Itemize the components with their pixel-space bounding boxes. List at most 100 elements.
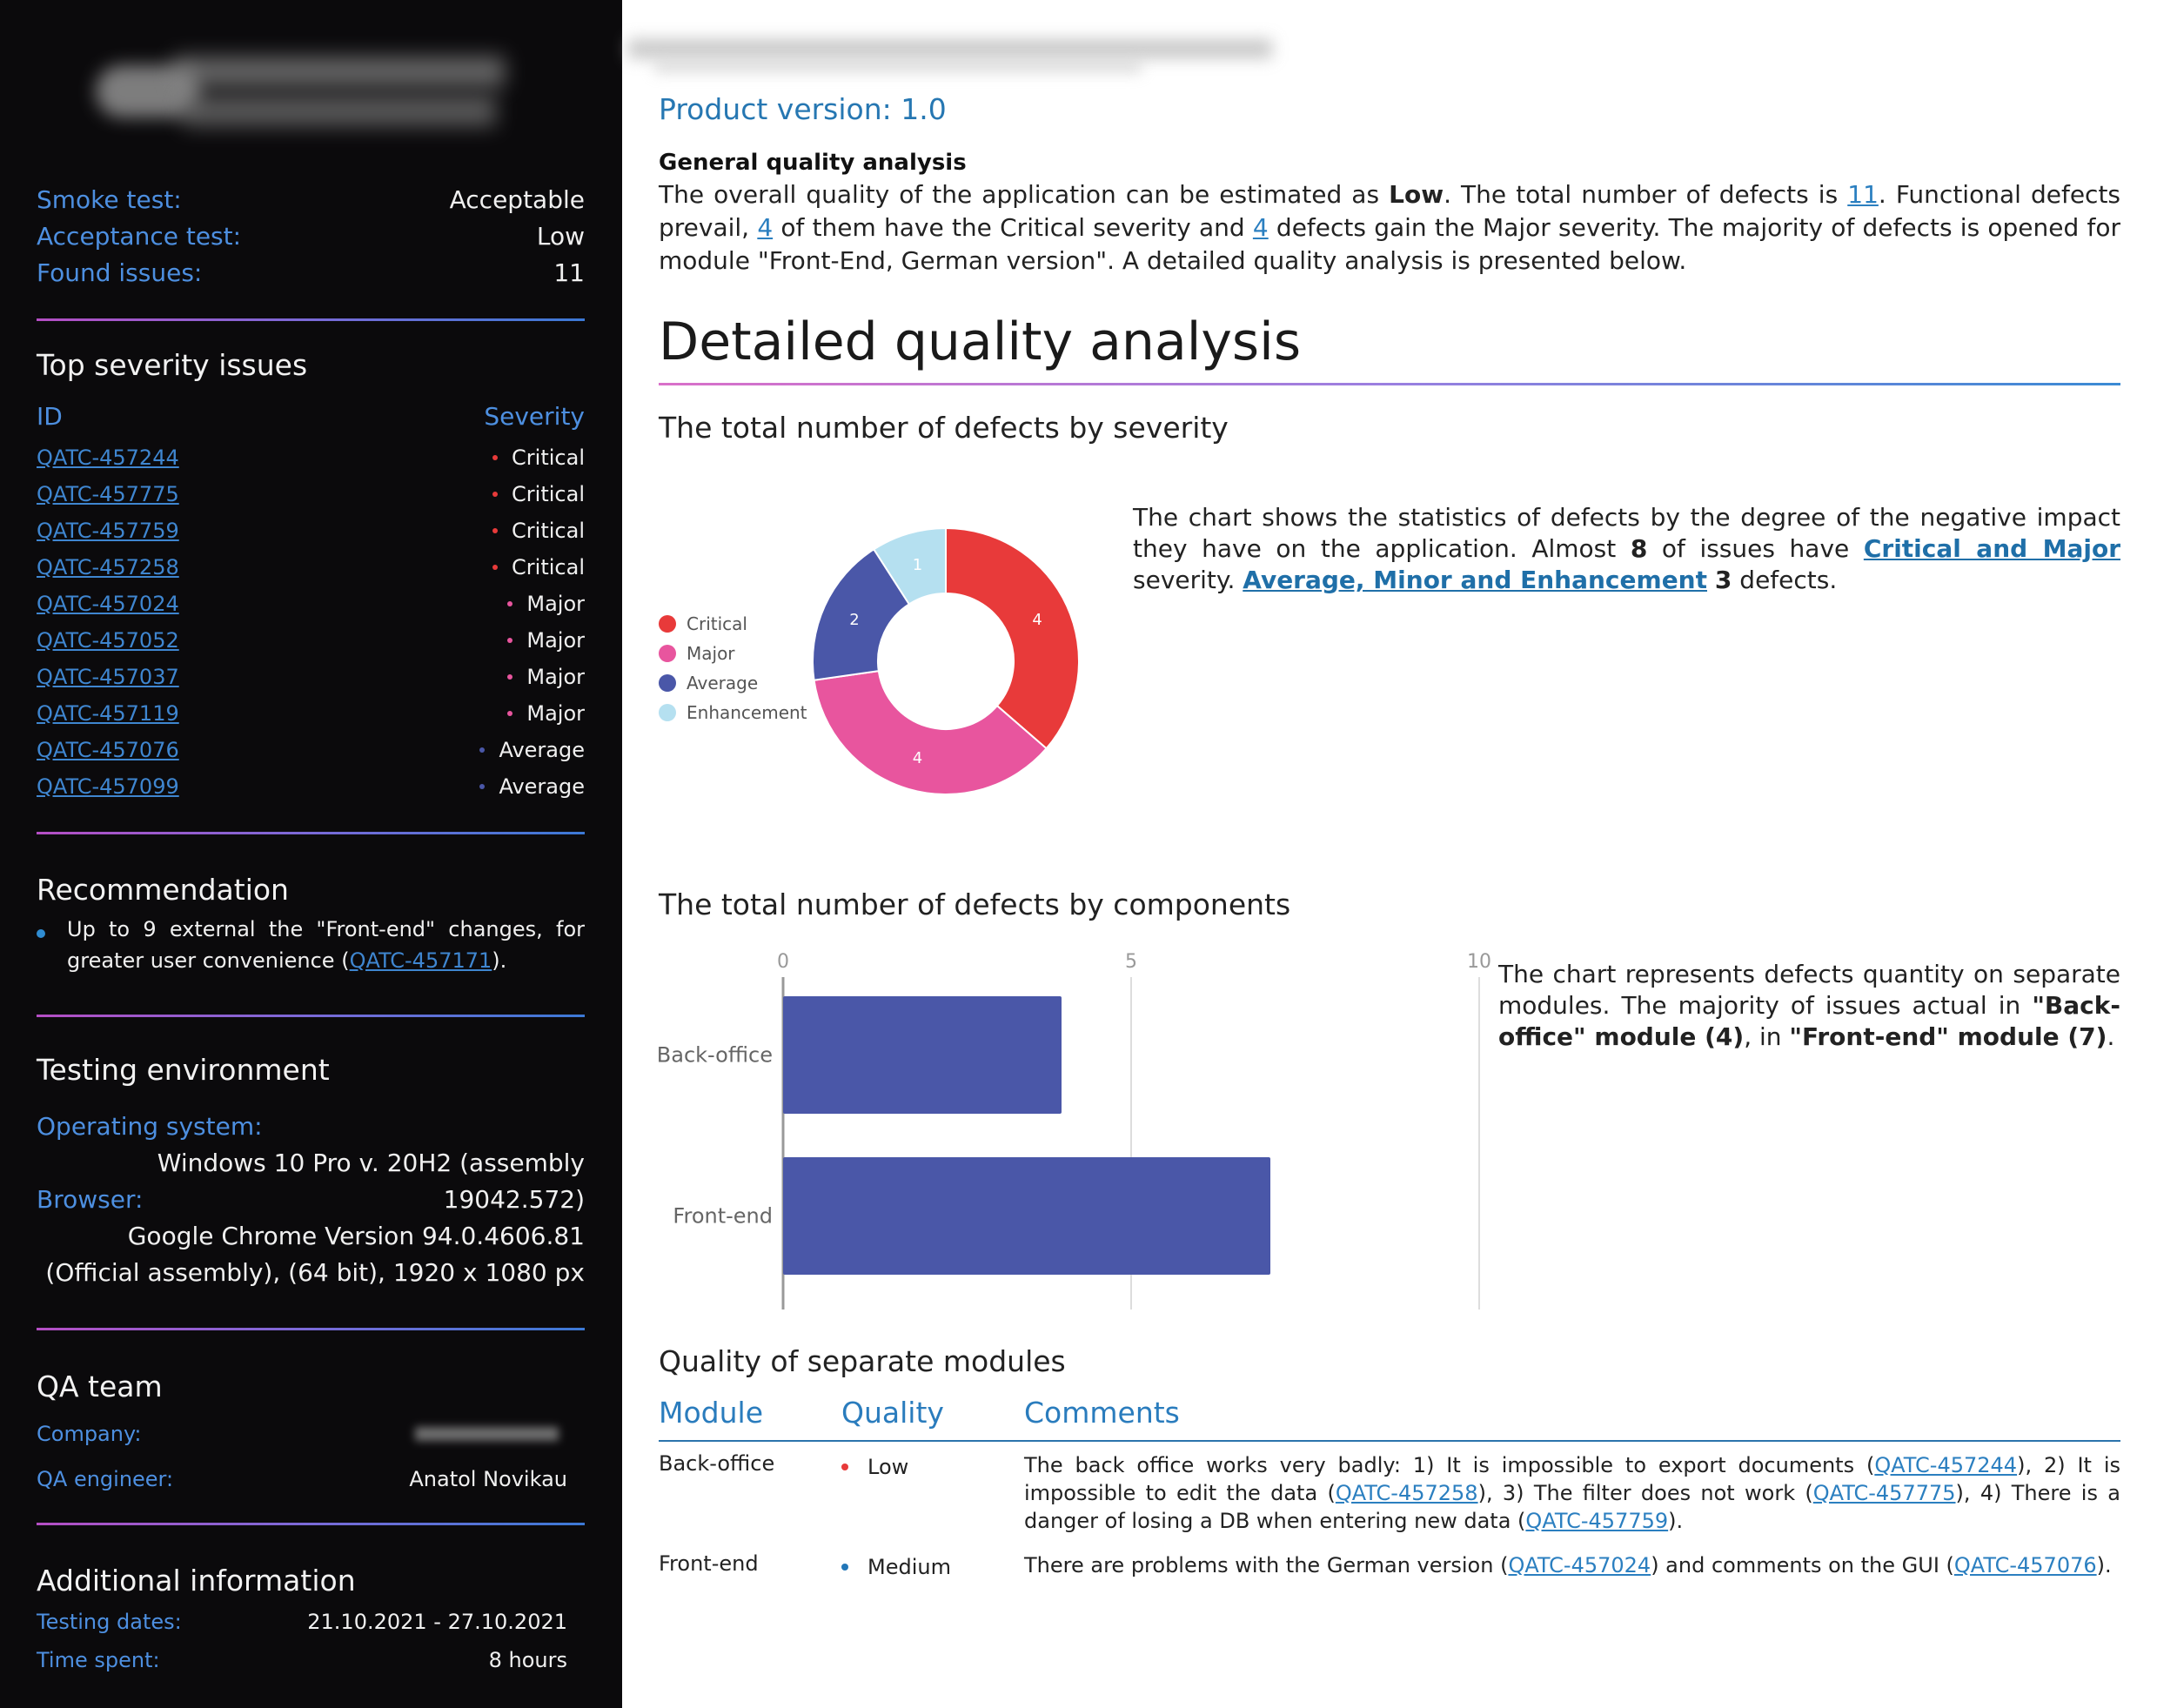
col-quality-header: Quality bbox=[841, 1396, 944, 1430]
components-bar-chart: 0 5 10 Back-office Front-end bbox=[659, 951, 1491, 1309]
axis-tick-label: 10 bbox=[1467, 951, 1491, 973]
time-spent-row: Time spent: 8 hours bbox=[37, 1641, 567, 1679]
severity-section-title: The total number of defects by severity bbox=[659, 411, 1229, 445]
severity-issue-row: QATC-457024 Major bbox=[37, 586, 585, 622]
severity-dot-icon bbox=[507, 711, 513, 716]
main-content: Product version: 1.0 General quality ana… bbox=[628, 0, 2121, 1708]
severity-issue-row: QATC-457052 Major bbox=[37, 622, 585, 659]
browser-label: Browser: bbox=[37, 1185, 144, 1214]
company-label: Company: bbox=[37, 1422, 142, 1446]
severity-chart-description: The chart shows the statistics of defect… bbox=[1133, 503, 2121, 594]
issue-id-link[interactable]: QATC-457052 bbox=[37, 628, 179, 653]
severity-table-header: ID Severity bbox=[37, 402, 585, 431]
severity-cell: Major bbox=[507, 701, 585, 726]
category-label: Back-office bbox=[659, 1043, 773, 1068]
legend-label: Critical bbox=[687, 613, 747, 634]
severity-issue-row: QATC-457099 Average bbox=[37, 768, 585, 805]
issue-id-link[interactable]: QATC-457037 bbox=[37, 665, 179, 689]
total-defects-link[interactable]: 11 bbox=[1847, 180, 1879, 209]
issue-link[interactable]: QATC-457759 bbox=[1525, 1509, 1668, 1533]
critical-major-link[interactable]: Critical and Major bbox=[1864, 534, 2120, 563]
severity-value: Average bbox=[499, 774, 585, 799]
issue-id-link[interactable]: QATC-457775 bbox=[37, 482, 179, 506]
severity-value: Major bbox=[526, 592, 585, 616]
donut-data-label: 1 bbox=[913, 556, 922, 574]
bullet-icon bbox=[37, 929, 45, 938]
legend-label: Average bbox=[687, 673, 759, 693]
severity-cell: Major bbox=[507, 592, 585, 616]
severity-dot-icon bbox=[479, 747, 486, 753]
severity-value: Critical bbox=[512, 482, 585, 506]
severity-dot-icon bbox=[492, 528, 499, 533]
additional-info-title: Additional information bbox=[37, 1564, 356, 1597]
severity-value: Critical bbox=[512, 445, 585, 470]
recommendation-text: Up to 9 external the "Front-end" changes… bbox=[67, 917, 585, 973]
module-comment: There are problems with the German versi… bbox=[1024, 1553, 2112, 1577]
donut-legend: Critical Major Average Enhancement bbox=[659, 609, 807, 727]
issue-id-link[interactable]: QATC-457119 bbox=[37, 701, 179, 726]
severity-donut-chart: 4 4 2 1 bbox=[812, 526, 1080, 795]
severity-issue-row: QATC-457244 Critical bbox=[37, 439, 585, 476]
severity-issue-row: QATC-457759 Critical bbox=[37, 512, 585, 549]
module-name: Front-end bbox=[659, 1551, 759, 1576]
quality-value: Low bbox=[867, 1455, 909, 1479]
severity-cell: Critical bbox=[492, 555, 585, 579]
qa-team-block: Company: QA engineer: Anatol Novikau bbox=[37, 1411, 567, 1502]
legend-item: Enhancement bbox=[659, 698, 807, 727]
issue-link[interactable]: QATC-457258 bbox=[1336, 1481, 1478, 1505]
issue-link[interactable]: QATC-457076 bbox=[1954, 1553, 2097, 1577]
smoke-test-value: Acceptable bbox=[449, 185, 585, 214]
issue-link[interactable]: QATC-457775 bbox=[1813, 1481, 1956, 1505]
issue-link[interactable]: QATC-457024 bbox=[1508, 1553, 1651, 1577]
os-label: Operating system: bbox=[37, 1112, 263, 1141]
issue-id-link[interactable]: QATC-457099 bbox=[37, 774, 179, 799]
legend-dot-icon bbox=[659, 704, 676, 721]
acceptance-test-value: Low bbox=[536, 222, 585, 251]
severity-value: Major bbox=[526, 628, 585, 653]
smoke-test-row: Smoke test: Acceptable bbox=[37, 182, 585, 218]
issue-id-link[interactable]: QATC-457024 bbox=[37, 592, 179, 616]
quality-value: Medium bbox=[867, 1555, 951, 1579]
major-count-link[interactable]: 4 bbox=[1253, 213, 1269, 242]
axis-tick-label: 5 bbox=[1125, 951, 1137, 973]
title-underline bbox=[659, 383, 2120, 385]
divider bbox=[37, 1015, 585, 1017]
severity-issue-row: QATC-457037 Major bbox=[37, 659, 585, 695]
legend-dot-icon bbox=[659, 674, 676, 692]
severity-cell: Critical bbox=[492, 519, 585, 543]
divider bbox=[37, 832, 585, 834]
modules-table-header: Module Quality Comments bbox=[659, 1396, 2120, 1442]
qa-team-title: QA team bbox=[37, 1370, 163, 1403]
issue-id-link[interactable]: QATC-457258 bbox=[37, 555, 179, 579]
severity-issue-list: QATC-457244 Critical QATC-457775 Critical QA… bbox=[37, 439, 585, 805]
category-label: Front-end bbox=[673, 1204, 773, 1229]
col-id-header: ID bbox=[37, 402, 63, 431]
donut-data-label: 2 bbox=[849, 611, 859, 629]
severity-cell: Average bbox=[479, 774, 585, 799]
components-section-title: The total number of defects by component… bbox=[659, 887, 1291, 921]
critical-count-link[interactable]: 4 bbox=[757, 213, 773, 242]
recommendation-item: Up to 9 external the "Front-end" changes… bbox=[37, 914, 585, 976]
average-minor-enhancement-link[interactable]: Average, Minor and Enhancement bbox=[1243, 566, 1707, 594]
quality-cell: Medium bbox=[841, 1555, 951, 1579]
bar-front-end bbox=[783, 1157, 1270, 1275]
qa-engineer-row: QA engineer: Anatol Novikau bbox=[37, 1457, 567, 1502]
legend-item: Major bbox=[659, 639, 807, 668]
issue-link[interactable]: QATC-457244 bbox=[1874, 1453, 2017, 1477]
testing-dates-row: Testing dates: 21.10.2021 - 27.10.2021 bbox=[37, 1603, 567, 1641]
components-chart-description: The chart represents defects quantity on… bbox=[1498, 960, 2120, 1051]
severity-dot-icon bbox=[492, 455, 499, 460]
issue-id-link[interactable]: QATC-457759 bbox=[37, 519, 179, 543]
divider bbox=[37, 1328, 585, 1330]
summary-block: Smoke test: Acceptable Acceptance test: … bbox=[37, 182, 585, 291]
testing-env-title: Testing environment bbox=[37, 1053, 330, 1087]
severity-value: Major bbox=[526, 665, 585, 689]
severity-cell: Critical bbox=[492, 445, 585, 470]
recommendation-issue-link[interactable]: QATC-457171 bbox=[350, 948, 492, 973]
issue-id-link[interactable]: QATC-457244 bbox=[37, 445, 179, 470]
severity-value: Average bbox=[499, 738, 585, 762]
issue-id-link[interactable]: QATC-457076 bbox=[37, 738, 179, 762]
col-comments-header: Comments bbox=[1024, 1396, 1180, 1430]
legend-label: Enhancement bbox=[687, 702, 807, 723]
severity-dot-icon bbox=[507, 601, 513, 606]
